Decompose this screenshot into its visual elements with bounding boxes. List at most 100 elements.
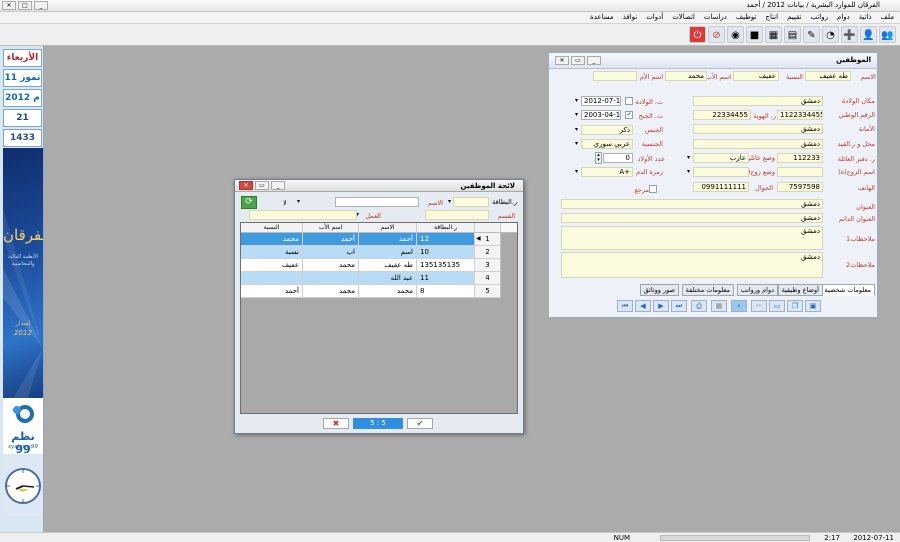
passport-date-field[interactable]: 2003-04-10 (581, 110, 621, 120)
refresh-icon[interactable]: ⟳ (241, 196, 257, 209)
national-id-field[interactable]: 1122334455 (777, 110, 823, 120)
passport-date-checkbox[interactable]: ✓ (625, 111, 633, 119)
emp-close-button[interactable]: ✕ (555, 56, 569, 65)
emp-minimize-button[interactable]: _ (587, 56, 601, 65)
surname-field[interactable]: عفيف (733, 71, 779, 81)
database-icon[interactable]: ◉ (727, 26, 744, 43)
tab-misc-info[interactable]: معلومات مختلفة (681, 284, 734, 296)
no-option-dropdown-icon[interactable]: ▾ (295, 198, 302, 206)
user-icon[interactable]: 👤 (860, 26, 877, 43)
next-record-icon[interactable]: ▶ (653, 300, 669, 312)
new-record-icon[interactable]: ▭ (769, 300, 785, 312)
grid-cell-card[interactable]: 11 (417, 272, 475, 285)
grid-row-number[interactable]: 3 (475, 259, 501, 272)
menu-studies[interactable]: دراسات (704, 13, 727, 21)
mobile-field[interactable]: 0991111111 (693, 182, 749, 192)
grid-cell-father[interactable]: أحمد (303, 233, 359, 246)
phone-field[interactable]: 7597598 (777, 182, 823, 192)
grid-cell-surname[interactable]: محمد (241, 233, 303, 246)
spouse-status-dropdown-icon[interactable]: ▾ (685, 168, 692, 176)
col-header-name[interactable]: الاسم (359, 223, 417, 233)
menu-attendance[interactable]: دوام (837, 13, 850, 21)
tab-attendance-salaries[interactable]: دوام ورواتب (736, 284, 778, 296)
users-icon[interactable]: 👥 (879, 26, 896, 43)
delete-icon[interactable]: ✂ (751, 300, 767, 312)
calculator-icon[interactable]: ▦ (765, 26, 782, 43)
grid-row-number[interactable]: 2 (475, 246, 501, 259)
id-card-field[interactable]: 22334455 (693, 110, 751, 120)
birthplace-field[interactable]: دمشق (693, 96, 823, 106)
children-field[interactable]: 0 (603, 153, 633, 163)
grid-row-number[interactable]: 5 (475, 285, 501, 298)
search-icon[interactable]: ⊘ (708, 26, 725, 43)
grid-cell-name[interactable]: طه عفيف (359, 259, 417, 272)
father-field[interactable]: محمد (665, 71, 707, 81)
address-field[interactable]: دمشق (561, 199, 823, 209)
grid-cell-card[interactable]: 135135135 (417, 259, 475, 272)
pen-icon[interactable]: ✎ (803, 26, 820, 43)
ok-button[interactable]: ✔ (407, 418, 433, 429)
grid-cell-card[interactable]: 10 (417, 246, 475, 259)
grid-cell-name[interactable]: أحمد (359, 233, 417, 246)
birth-date-checkbox[interactable] (625, 97, 633, 105)
prev-record-icon[interactable]: ◀ (635, 300, 651, 312)
card-filter-dropdown-icon[interactable]: ▾ (446, 198, 453, 206)
menu-file[interactable]: ملف (881, 13, 894, 21)
menu-communications[interactable]: اتصالات (672, 13, 695, 21)
tab-personal-info[interactable]: معلومات شخصية (820, 284, 875, 296)
grid-cell-surname[interactable] (241, 272, 303, 285)
col-header-surname[interactable]: النسبة (241, 223, 303, 233)
children-spinner[interactable]: ▴ ▾ (595, 152, 602, 164)
work-filter-field[interactable] (249, 210, 357, 220)
list-restore-button[interactable]: ▭ (255, 181, 269, 190)
nationality-dropdown-icon[interactable]: ▾ (573, 140, 580, 148)
user-add-icon[interactable]: ➕ (841, 26, 858, 43)
find-icon[interactable]: ⌕ (731, 300, 747, 312)
menu-personal[interactable]: ذاتية (859, 13, 872, 21)
maximize-window-button[interactable]: □ (18, 1, 32, 10)
marital-field[interactable]: عازب (693, 153, 749, 163)
grid-cell-father[interactable] (303, 272, 359, 285)
notes1-field[interactable]: دمشق (561, 226, 823, 250)
tab-job-status[interactable]: أوضاع وظيفية (777, 284, 823, 296)
menu-evaluation[interactable]: تقييم (787, 13, 801, 21)
save-icon[interactable]: ▣ (805, 300, 821, 312)
cancel-button[interactable]: ✖ (323, 418, 349, 429)
nationality-field[interactable]: عربي سوري (581, 139, 633, 149)
last-record-icon[interactable]: ⏭ (671, 300, 687, 312)
grid-row-number[interactable]: 4 (475, 272, 501, 285)
menu-tools[interactable]: أدوات (646, 13, 663, 21)
gender-dropdown-icon[interactable]: ▾ (573, 126, 580, 134)
first-record-icon[interactable]: ⏮ (617, 300, 633, 312)
col-header-father[interactable]: اسم الأب (303, 223, 359, 233)
compass-icon[interactable]: ◔ (822, 26, 839, 43)
exit-icon[interactable]: ⏻ (689, 26, 706, 43)
tab-photos-documents[interactable]: صور ووثائق (639, 284, 679, 296)
spouse-status-field[interactable] (693, 167, 749, 177)
grid-cell-father[interactable]: محمد (303, 259, 359, 272)
gender-field[interactable]: ذكر (581, 125, 633, 135)
passport-date-dropdown-icon[interactable]: ▾ (573, 111, 580, 119)
grid-cell-father[interactable]: اب (303, 246, 359, 259)
name-field[interactable]: طه عفيف (805, 71, 851, 81)
menu-windows[interactable]: نوافذ (623, 13, 638, 21)
col-header-card[interactable]: ر.البطاقة (417, 223, 475, 233)
notes2-field[interactable]: دمشق (561, 252, 823, 278)
blood-field[interactable]: A+ (581, 167, 633, 177)
minimize-window-button[interactable]: _ (34, 1, 48, 10)
birth-date-dropdown-icon[interactable]: ▾ (573, 97, 580, 105)
appointed-checkbox[interactable] (649, 185, 657, 193)
close-window-button[interactable]: ✕ (2, 1, 16, 10)
grid-cell-name[interactable]: محمد (359, 285, 417, 298)
family-book-field[interactable]: 112233 (777, 153, 823, 163)
permanent-address-field[interactable]: دمشق (561, 213, 823, 223)
copy-icon[interactable]: ❐ (787, 300, 803, 312)
grid-cell-name[interactable]: عبد الله (359, 272, 417, 285)
spouse-name-field[interactable] (777, 167, 823, 177)
menu-hiring[interactable]: توظيف (736, 13, 757, 21)
grid-icon[interactable]: ▦ (711, 300, 727, 312)
list-minimize-button[interactable]: _ (271, 181, 285, 190)
grid-cell-surname[interactable]: عفيف (241, 259, 303, 272)
grid-cell-surname[interactable]: أحمد (241, 285, 303, 298)
grid-cell-surname[interactable]: نسبة (241, 246, 303, 259)
